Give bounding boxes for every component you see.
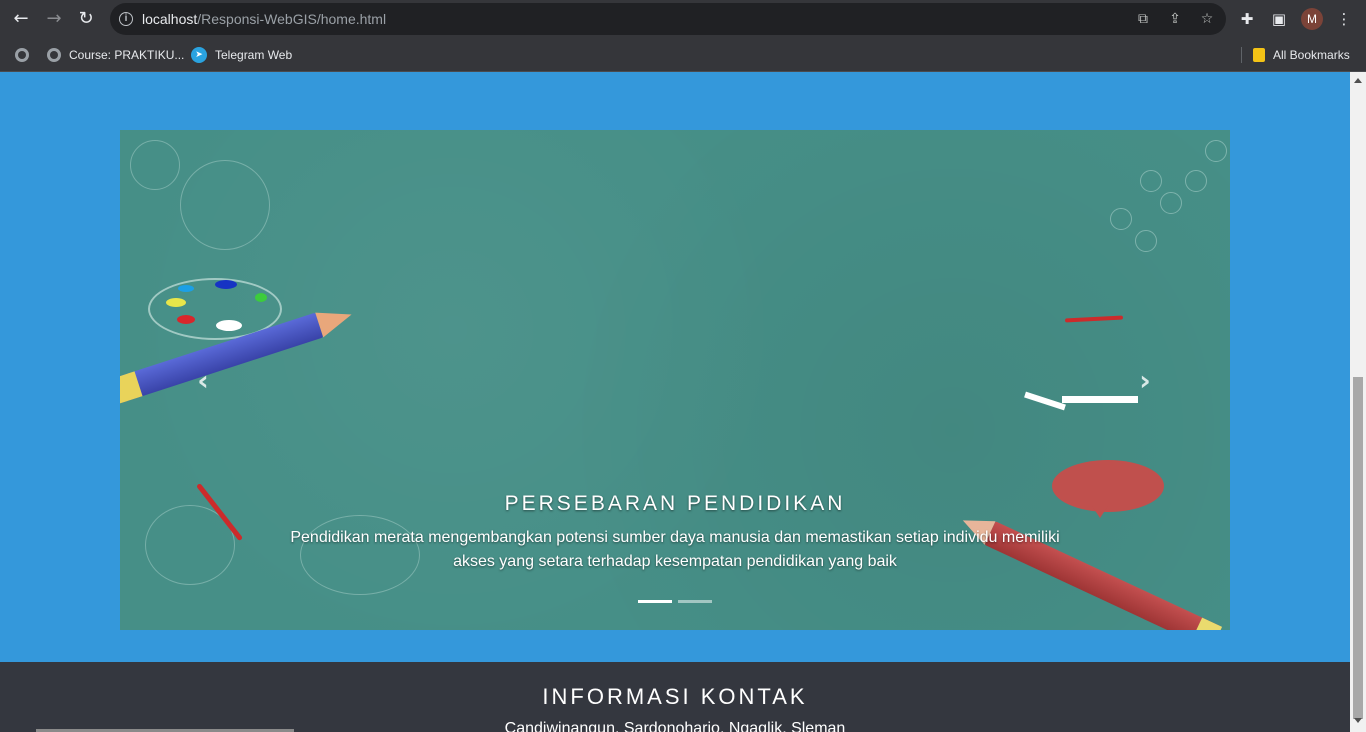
translate-icon[interactable]: ⧉ xyxy=(1134,10,1152,28)
globe-icon xyxy=(15,48,29,62)
gear-doodle-icon xyxy=(130,140,180,190)
all-bookmarks-label: All Bookmarks xyxy=(1273,48,1350,62)
page-viewport: ‹ › PERSEBARAN PENDIDIKAN Pendidikan mer… xyxy=(0,72,1350,732)
url-path: /Responsi-WebGIS/home.html xyxy=(197,11,387,27)
carousel-next-icon[interactable]: › xyxy=(1130,366,1160,396)
vertical-scrollbar[interactable] xyxy=(1350,72,1366,732)
reload-icon[interactable]: ↻ xyxy=(75,8,97,30)
telegram-icon: ➤ xyxy=(191,47,207,63)
gear-doodle-icon xyxy=(180,160,270,250)
url-host: localhost xyxy=(142,11,198,27)
bookmark-star-icon[interactable]: ☆ xyxy=(1198,10,1216,28)
paint-blob xyxy=(166,298,186,307)
caption-text: Pendidikan merata mengembangkan potensi … xyxy=(290,529,1060,570)
scroll-up-icon[interactable] xyxy=(1354,78,1362,83)
scrollbar-thumb[interactable] xyxy=(1353,377,1363,719)
paint-blob xyxy=(215,280,237,289)
profile-avatar[interactable]: M xyxy=(1301,8,1323,30)
molecule-doodle-icon xyxy=(1110,208,1132,230)
bookmarks-bar: Course: PRAKTIKU... ➤ Telegram Web All B… xyxy=(0,38,1366,72)
molecule-doodle-icon xyxy=(1135,230,1157,252)
bookmark-telegram[interactable]: ➤ Telegram Web xyxy=(191,46,292,64)
bookmark-label: Telegram Web xyxy=(215,48,293,62)
molecule-doodle-icon xyxy=(1205,140,1227,162)
scroll-down-icon[interactable] xyxy=(1354,718,1362,723)
carousel-indicators xyxy=(120,600,1230,603)
hero-carousel: ‹ › PERSEBARAN PENDIDIKAN Pendidikan mer… xyxy=(120,130,1230,630)
paint-blob xyxy=(255,293,267,302)
carousel-indicator-2[interactable] xyxy=(678,600,712,603)
globe-icon xyxy=(47,48,61,62)
molecule-doodle-icon xyxy=(1140,170,1162,192)
menu-kebab-icon[interactable]: ⋮ xyxy=(1334,9,1354,29)
paint-blob xyxy=(178,285,194,292)
forward-icon[interactable]: → xyxy=(43,8,65,30)
white-chalk-piece xyxy=(1062,396,1138,403)
paint-blob xyxy=(216,320,242,331)
extensions-icon[interactable]: ✚ xyxy=(1237,9,1257,29)
browser-toolbar: ← → ↻ i localhost/Responsi-WebGIS/home.h… xyxy=(0,0,1366,38)
contact-footer: INFORMASI KONTAK Candiwinangun, Sardonoh… xyxy=(0,662,1350,732)
url-text[interactable]: localhost/Responsi-WebGIS/home.html xyxy=(142,11,386,27)
folder-icon xyxy=(1253,48,1265,62)
molecule-doodle-icon xyxy=(1160,192,1182,214)
side-panel-icon[interactable]: ▣ xyxy=(1269,9,1289,29)
bookmark-label: Course: PRAKTIKU... xyxy=(69,48,185,62)
site-info-icon[interactable]: i xyxy=(119,12,133,26)
carousel-indicator-1[interactable] xyxy=(638,600,672,603)
carousel-caption: PERSEBARAN PENDIDIKAN Pendidikan merata … xyxy=(120,492,1230,574)
share-icon[interactable]: ⇪ xyxy=(1166,10,1184,28)
caption-title: PERSEBARAN PENDIDIKAN xyxy=(504,492,846,515)
all-bookmarks-button[interactable]: All Bookmarks xyxy=(1253,46,1350,64)
bookmark-course[interactable]: Course: PRAKTIKU... xyxy=(47,46,184,64)
address-bar[interactable]: i localhost/Responsi-WebGIS/home.html ⧉ … xyxy=(110,3,1226,35)
bookmarks-divider xyxy=(1241,47,1242,63)
back-icon[interactable]: ← xyxy=(10,8,32,30)
footer-title: INFORMASI KONTAK xyxy=(542,684,808,709)
molecule-doodle-icon xyxy=(1185,170,1207,192)
bookmark-apps[interactable] xyxy=(15,46,29,64)
carousel-prev-icon[interactable]: ‹ xyxy=(188,366,218,396)
paint-blob xyxy=(177,315,195,324)
